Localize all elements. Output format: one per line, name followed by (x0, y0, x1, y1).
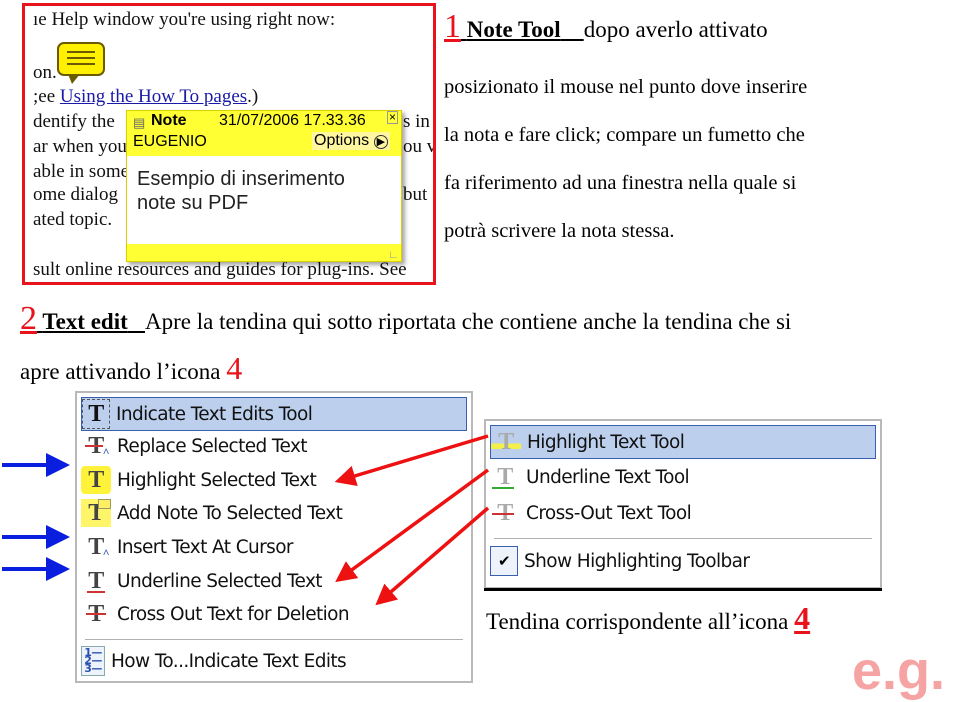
red-arrow (334, 434, 489, 487)
red-arrow (335, 468, 490, 583)
annotation-arrows (2, 434, 490, 606)
red-arrow (375, 506, 490, 606)
